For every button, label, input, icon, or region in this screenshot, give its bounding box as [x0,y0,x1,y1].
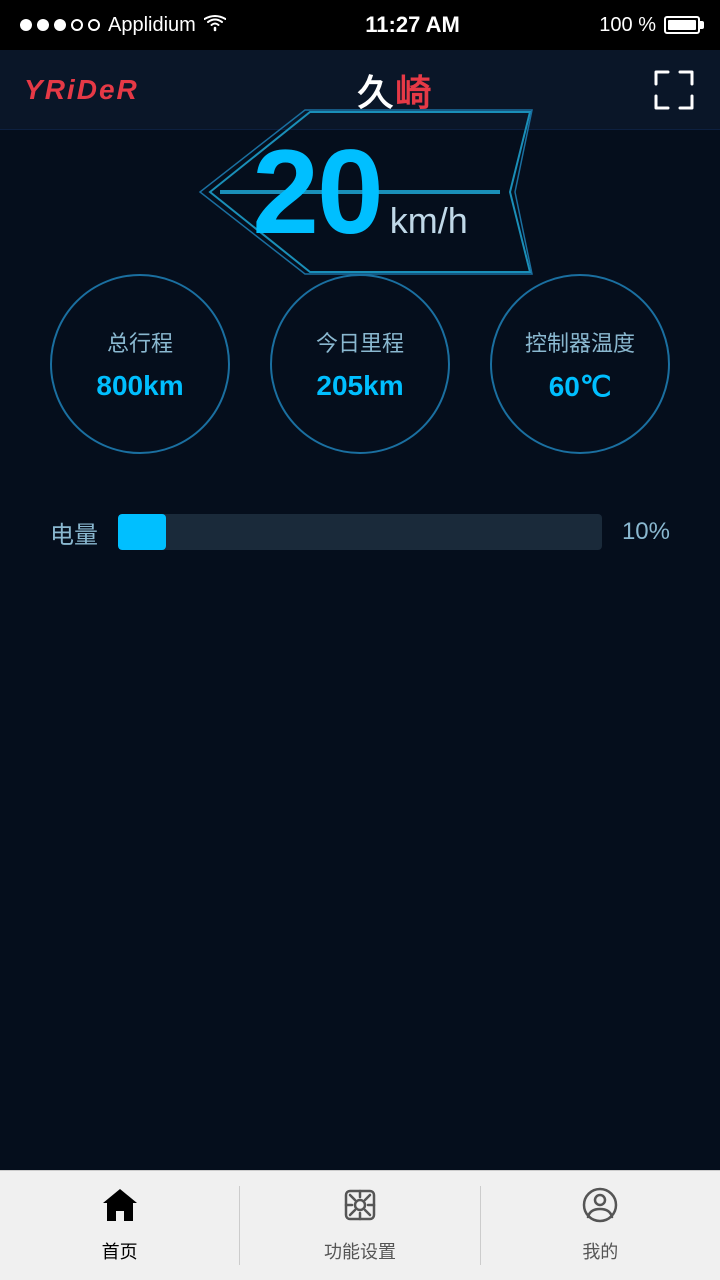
speed-unit: km/h [390,200,468,252]
status-bar: Applidium 11:27 AM 100 % [0,0,720,50]
battery-icon [664,16,700,34]
status-right: 100 % [599,14,700,37]
person-icon [582,1187,618,1232]
main-content: 20 km/h 总行程 800km 今日里程 205km 控制器温度 60℃ 电… [0,130,720,1170]
stat-circle-today: 今日里程 205km [270,274,450,454]
stat-circle-temp: 控制器温度 60℃ [490,274,670,454]
battery-bar-inner [118,514,166,550]
signal-dots [20,19,100,31]
tab-settings-label: 功能设置 [324,1238,396,1264]
battery-percent-label: 10% [622,518,670,546]
tab-settings[interactable]: 功能设置 [240,1171,479,1280]
tab-profile-label: 我的 [582,1238,618,1264]
stats-row: 总行程 800km 今日里程 205km 控制器温度 60℃ [20,274,700,454]
status-time: 11:27 AM [365,12,460,38]
gear-icon [342,1187,378,1232]
battery-percent-text: 100 % [599,14,656,37]
speedometer: 20 km/h [220,190,500,194]
signal-dot-3 [54,19,66,31]
stat-value-total: 800km [96,370,183,402]
stat-value-temp: 60℃ [549,370,612,403]
stat-circle-total: 总行程 800km [50,274,230,454]
signal-dot-5 [88,19,100,31]
battery-label: 电量 [50,515,98,550]
signal-dot-1 [20,19,32,31]
speed-value-overlay: 20 km/h [252,132,468,252]
tab-bar: 首页 功能设置 我 [0,1170,720,1280]
home-icon [101,1187,139,1232]
stat-value-today: 205km [316,370,403,402]
battery-section: 电量 10% [0,514,720,550]
carrier-name: Applidium [108,14,196,37]
battery-bar-outer [118,514,602,550]
stat-label-temp: 控制器温度 [525,326,635,358]
stat-label-total: 总行程 [107,326,173,358]
tab-home[interactable]: 首页 [0,1171,239,1280]
brand-logo: YRiDeR [24,74,139,106]
signal-dot-2 [37,19,49,31]
speed-number: 20 [252,132,381,252]
tab-profile[interactable]: 我的 [481,1171,720,1280]
stat-label-today: 今日里程 [316,326,404,358]
battery-fill [668,20,696,30]
scan-icon[interactable] [652,68,696,112]
tab-home-label: 首页 [102,1238,138,1264]
logo-i: i [67,74,77,105]
signal-dot-4 [71,19,83,31]
status-left: Applidium [20,14,226,37]
wifi-icon [204,14,226,37]
